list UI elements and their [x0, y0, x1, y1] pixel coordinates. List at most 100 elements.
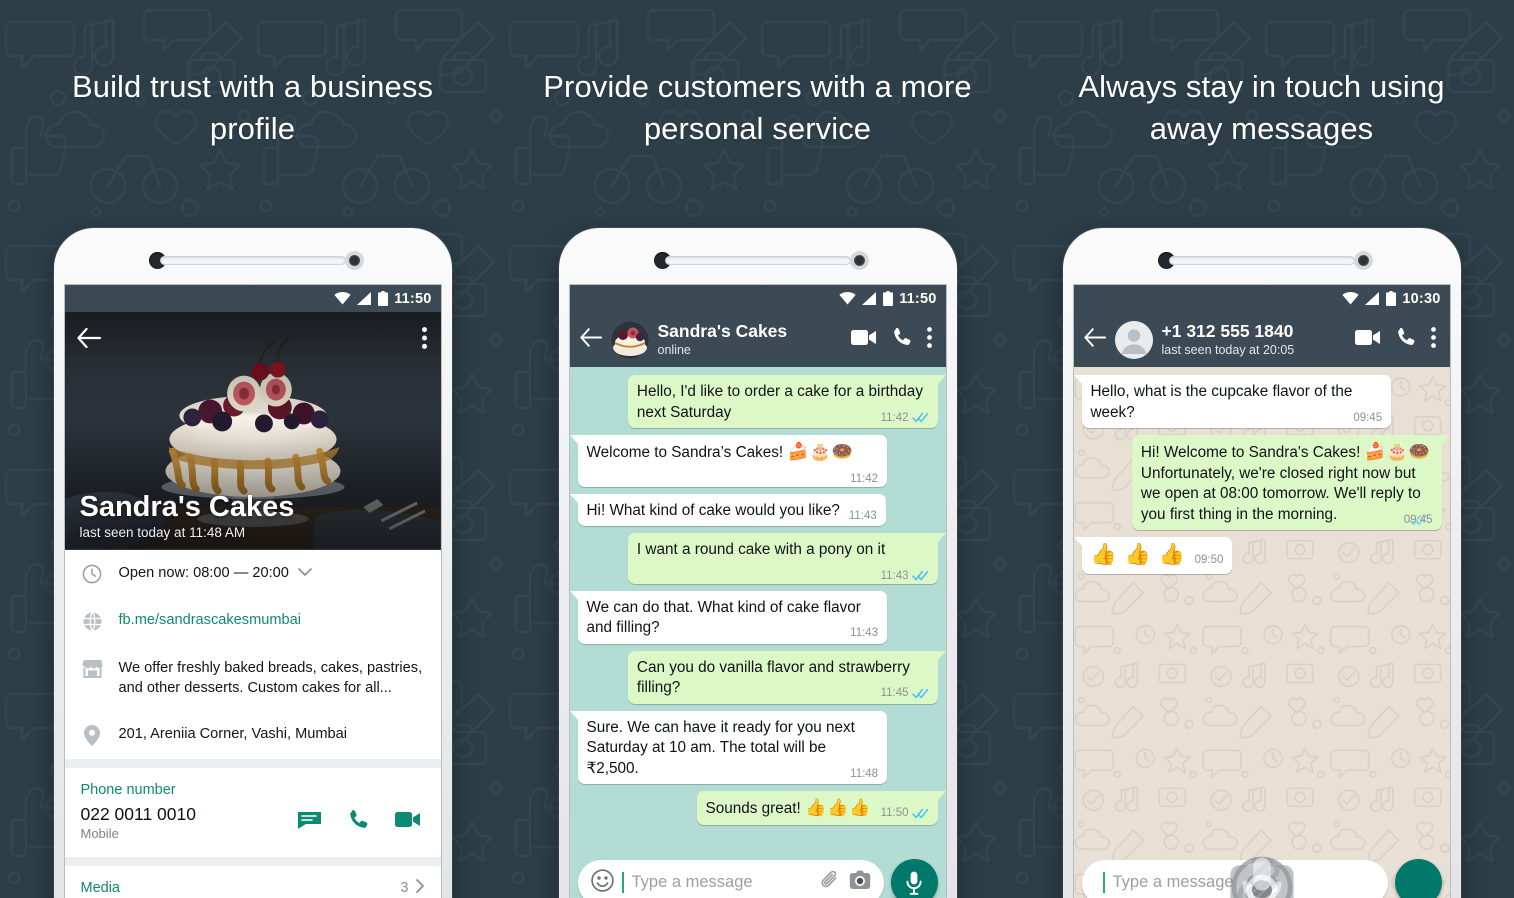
front-camera-icon — [1353, 251, 1373, 270]
paperclip-icon[interactable] — [819, 869, 841, 896]
back-arrow-icon[interactable] — [579, 327, 602, 352]
chat-bubble-incoming[interactable]: Hi! What kind of cake would you like? 11:… — [569, 493, 886, 526]
clock-icon — [81, 563, 104, 584]
earpiece-speaker — [159, 256, 346, 265]
voice-record-button[interactable] — [1241, 857, 1442, 898]
business-name-block: Sandra's Cakes last seen today at 11:48 … — [80, 490, 426, 540]
read-receipt-double-tick-icon — [911, 688, 928, 698]
status-bar-clock: 11:50 — [899, 290, 937, 307]
message-composer-3: Type a message — [1074, 856, 1450, 898]
chat-bubble-text: Sure. We can have it ready for you next … — [586, 718, 855, 777]
chat-bubble-meta: 11:43 — [849, 510, 877, 522]
signal-icon — [357, 292, 372, 305]
chat-bubble-text: Welcome to Sandra’s Cakes! 🍰🎂🍩 — [586, 442, 854, 461]
chat-bubble-meta: 11:42 — [850, 473, 878, 485]
chat-bubble-incoming[interactable]: 👍 👍 👍 09:50 — [1073, 537, 1233, 574]
business-description: We offer freshly baked breads, cakes, pa… — [118, 660, 423, 696]
call-icon[interactable] — [348, 809, 369, 835]
chat-bubble-meta: 09:50 — [1195, 554, 1224, 566]
chat-bubble-outgoing[interactable]: Hello, I'd like to order a cake for a bi… — [627, 375, 946, 428]
chat-actions — [1354, 326, 1440, 353]
chat-bubble-meta: 11:42 — [881, 412, 929, 424]
back-arrow-icon[interactable] — [76, 327, 101, 353]
chat-bubble-meta: 09:45 — [1404, 514, 1433, 526]
chat-bubble-incoming[interactable]: We can do that. What kind of cake flavor… — [569, 590, 888, 644]
promo-column-business-profile: Build trust with a business profile 11:5… — [0, 0, 505, 898]
default-person-avatar[interactable] — [1114, 320, 1153, 359]
read-receipt-double-tick-icon — [1409, 514, 1427, 525]
storefront-icon — [81, 658, 104, 678]
chat-bubble-meta: 11:43 — [850, 627, 878, 639]
chat-bubble-outgoing[interactable]: Can you do vanilla flavor and strawberry… — [627, 650, 946, 704]
message-input-pill[interactable]: Type a message — [577, 859, 884, 898]
headline-away-messages: Always stay in touch using away messages — [1078, 69, 1445, 146]
chat-bubble-text: Hi! Welcome to Sandra's Cakes! 🍰🎂🍩 Unfort… — [1140, 442, 1432, 523]
chat-bubble-meta: 11:45 — [881, 687, 929, 699]
chat-bubble-timestamp: 11:43 — [880, 569, 909, 582]
media-card[interactable]: Media 3 — [64, 857, 441, 898]
overflow-menu-icon[interactable] — [421, 326, 427, 354]
chat-bubble-incoming[interactable]: Hello, what is the cupcake flavor of the… — [1073, 375, 1392, 428]
phone-mockup-3: 10:30 +1 312 555 1840 last seen today at… — [1062, 228, 1461, 898]
battery-icon — [883, 291, 894, 306]
media-row[interactable]: Media 3 — [65, 866, 441, 898]
chat-actions — [850, 326, 936, 353]
message-icon[interactable] — [297, 810, 322, 835]
chat-bubble-outgoing[interactable]: Sounds great! 👍👍👍 11:50 — [696, 791, 946, 825]
chat-bubble-meta: 11:43 — [881, 570, 929, 582]
overflow-menu-icon[interactable] — [926, 326, 932, 353]
phone-mockup-2: 11:50 Sandra's Cakes online Hello, I'd l… — [558, 228, 957, 898]
chat-body-3: Hello, what is the cupcake flavor of the… — [1073, 367, 1450, 898]
chat-bubble-incoming[interactable]: Sure. We can have it ready for you next … — [569, 710, 888, 784]
globe-icon — [81, 610, 104, 632]
back-arrow-icon[interactable] — [1083, 327, 1106, 352]
android-status-bar-3: 10:30 — [1073, 285, 1450, 312]
phone-bezel-top — [569, 238, 947, 284]
signal-icon — [1365, 292, 1380, 305]
video-call-icon[interactable] — [850, 329, 877, 351]
phone-mockup-1: 11:50 Sandra's Cakes last seen today at … — [53, 228, 452, 898]
earpiece-speaker — [1168, 256, 1355, 265]
phone-screen-2: 11:50 Sandra's Cakes online Hello, I'd l… — [568, 284, 947, 898]
chat-bubble-meta: 09:45 — [1353, 412, 1382, 424]
chat-app-bar-3: +1 312 555 1840 last seen today at 20:05 — [1073, 312, 1450, 367]
chat-bubble-incoming[interactable]: Welcome to Sandra’s Cakes! 🍰🎂🍩 11:42 — [569, 435, 888, 487]
text-cursor — [621, 872, 624, 893]
front-camera-icon — [849, 251, 869, 270]
video-call-icon[interactable] — [394, 811, 421, 833]
phone-number-row[interactable]: 022 0011 0010 Mobile — [65, 800, 441, 857]
chevron-down-icon[interactable] — [298, 563, 312, 583]
voice-record-button[interactable] — [890, 859, 938, 898]
chat-contact-name: Sandra's Cakes — [657, 322, 788, 342]
info-row-hours[interactable]: Open now: 08:00 — 20:00 — [65, 550, 441, 597]
chat-bubble-emoji: 🍰🎂🍩 — [1364, 442, 1432, 461]
chat-bubble-timestamp: 09:50 — [1194, 554, 1224, 566]
chat-bubble-timestamp: 11:43 — [848, 509, 877, 522]
emoji-smiley-icon[interactable] — [590, 868, 614, 897]
chat-bubble-outgoing[interactable]: Hi! Welcome to Sandra's Cakes! 🍰🎂🍩 Unfort… — [1131, 435, 1450, 530]
info-row-website[interactable]: fb.me/sandrascakesmumbai — [65, 597, 441, 645]
chat-bubble-text: 👍 👍 👍 — [1091, 544, 1186, 565]
info-row-description[interactable]: We offer freshly baked breads, cakes, pa… — [65, 645, 441, 711]
media-count: 3 — [400, 880, 409, 896]
call-icon[interactable] — [892, 327, 912, 352]
message-input-placeholder: Type a message — [631, 873, 753, 891]
call-icon[interactable] — [1396, 327, 1416, 352]
camera-icon[interactable] — [849, 870, 871, 895]
chat-bubble-timestamp: 11:50 — [880, 807, 909, 819]
media-label: Media — [80, 880, 121, 896]
info-row-address[interactable]: 201, Areniia Corner, Vashi, Mumbai — [65, 711, 441, 759]
business-website-link[interactable]: fb.me/sandrascakesmumbai — [119, 610, 425, 630]
profile-top-bar — [64, 312, 441, 368]
overflow-menu-icon[interactable] — [1430, 326, 1436, 353]
business-hours-text: Open now: 08:00 — 20:00 — [118, 565, 289, 581]
read-receipt-double-tick-icon — [911, 412, 928, 423]
chat-contact-name: +1 312 555 1840 — [1161, 322, 1294, 342]
chat-bubble-text: Hi! What kind of cake would you like? — [586, 501, 840, 519]
chevron-right-icon[interactable] — [415, 879, 425, 897]
cake-photo-avatar[interactable] — [610, 320, 649, 359]
video-call-icon[interactable] — [1354, 329, 1381, 351]
chat-bubble-timestamp: 11:45 — [880, 687, 909, 699]
chat-bubble-outgoing[interactable]: I want a round cake with a pony on it 11:… — [627, 533, 946, 584]
phone-bezel-top — [64, 238, 442, 284]
